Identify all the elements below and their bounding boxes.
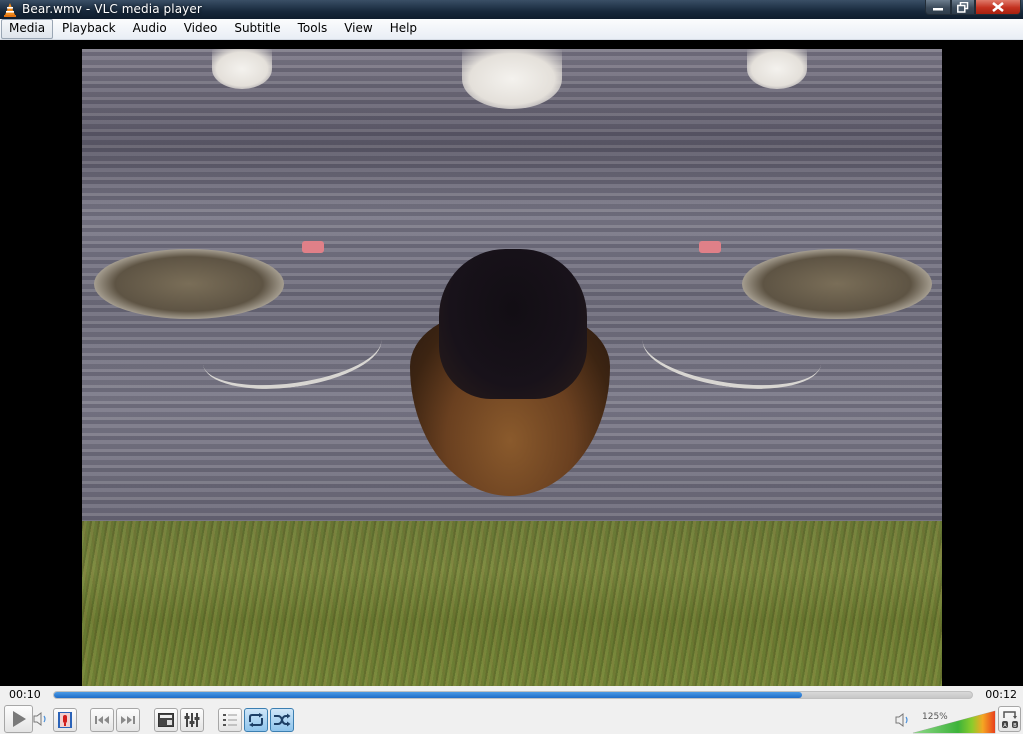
menu-playback[interactable]: Playback	[54, 19, 124, 39]
video-swan-body	[94, 249, 284, 319]
menu-help[interactable]: Help	[382, 19, 425, 39]
window-controls	[925, 0, 1021, 16]
video-swan-shape	[212, 49, 272, 89]
loop-icon	[249, 713, 263, 727]
play-button[interactable]	[4, 705, 33, 733]
video-frame	[82, 49, 942, 686]
restore-button[interactable]	[951, 0, 975, 15]
vlc-cone-icon	[4, 3, 16, 17]
video-swan-shape	[462, 49, 562, 109]
loop-button[interactable]	[244, 708, 268, 732]
play-icon	[12, 711, 26, 727]
seek-slider[interactable]	[53, 691, 973, 699]
elapsed-time: 00:10	[9, 688, 41, 701]
video-bear-head	[439, 249, 587, 399]
previous-button[interactable]	[90, 708, 114, 732]
previous-icon	[95, 716, 109, 724]
video-display[interactable]	[0, 41, 1023, 686]
volume-slider[interactable]	[912, 710, 996, 734]
menu-tools[interactable]: Tools	[290, 19, 336, 39]
window-title: Bear.wmv - VLC media player	[22, 2, 202, 16]
minimize-icon	[933, 8, 943, 11]
video-grass-region	[82, 521, 942, 686]
menu-media[interactable]: Media	[1, 19, 54, 39]
svg-text:B: B	[1013, 723, 1017, 729]
record-icon	[58, 712, 72, 728]
control-bar: 00:10 00:12 125% A B	[0, 686, 1023, 734]
video-swan-shape	[747, 49, 807, 89]
minimize-button[interactable]	[925, 0, 951, 15]
video-swan-beak	[699, 241, 721, 253]
next-icon	[121, 716, 135, 724]
speaker-icon	[33, 712, 46, 726]
video-swan-body	[742, 249, 932, 319]
extended-settings-button[interactable]	[180, 708, 204, 732]
random-button[interactable]	[270, 708, 294, 732]
menu-subtitle[interactable]: Subtitle	[226, 19, 288, 39]
menu-view[interactable]: View	[336, 19, 380, 39]
seek-progress	[54, 692, 803, 698]
playlist-button[interactable]	[218, 708, 242, 732]
close-button[interactable]	[975, 0, 1021, 15]
menu-bar: Media Playback Audio Video Subtitle Tool…	[0, 19, 1023, 40]
next-button[interactable]	[116, 708, 140, 732]
title-bar: Bear.wmv - VLC media player	[0, 0, 1023, 19]
record-button[interactable]	[53, 708, 77, 732]
volume-mute-toggle-icon[interactable]	[895, 713, 911, 727]
fullscreen-icon	[158, 713, 174, 727]
fullscreen-button[interactable]	[154, 708, 178, 732]
restore-icon	[957, 1, 969, 13]
menu-audio[interactable]: Audio	[125, 19, 175, 39]
close-icon	[992, 2, 1004, 12]
playlist-icon	[223, 714, 237, 726]
total-time[interactable]: 00:12	[985, 688, 1017, 701]
menu-video[interactable]: Video	[176, 19, 226, 39]
extended-settings-icon	[184, 713, 200, 727]
svg-text:A: A	[1003, 723, 1007, 729]
ab-loop-icon: A B	[1001, 711, 1018, 729]
ab-loop-button[interactable]: A B	[998, 706, 1021, 732]
video-swan-beak	[302, 241, 324, 253]
random-icon	[274, 713, 291, 727]
